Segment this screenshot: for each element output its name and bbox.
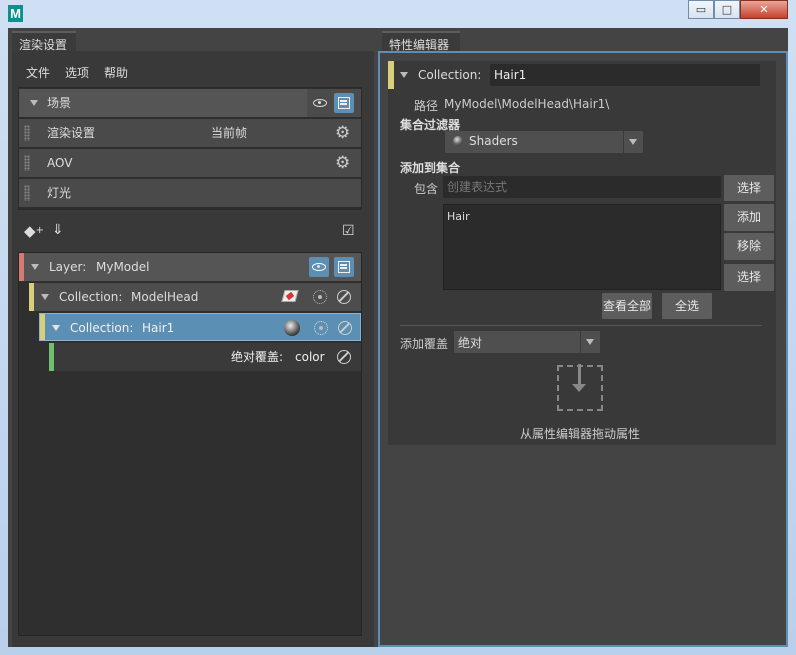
select-button[interactable]: 选择	[724, 175, 774, 201]
collection-row-hair1[interactable]: Collection: Hair1	[39, 313, 361, 341]
collection-prefix: Collection:	[70, 321, 134, 335]
aov-label: AOV	[47, 156, 73, 170]
tab-render-settings[interactable]: 渲染设置	[12, 31, 76, 52]
menu-options[interactable]: 选项	[65, 64, 89, 81]
lights-row[interactable]: 灯光	[19, 179, 361, 207]
collapse-arrow-icon[interactable]	[52, 325, 60, 331]
shader-sphere-icon	[453, 136, 463, 146]
chevron-down-icon[interactable]	[623, 131, 643, 153]
layer-prefix: Layer:	[49, 260, 87, 274]
collection-properties: Collection: Hair1 路径 MyModel\ModelHead\H…	[388, 61, 776, 445]
lights-label: 灯光	[47, 186, 72, 200]
aov-row[interactable]: AOV ⚙	[19, 149, 361, 177]
close-button[interactable]: ✕	[740, 0, 788, 19]
maximize-button[interactable]: □	[714, 0, 740, 19]
isolate-icon[interactable]	[314, 321, 328, 335]
create-layer-icon[interactable]: ◆+	[24, 223, 44, 239]
drop-target-icon[interactable]	[557, 364, 603, 411]
view-all-button[interactable]: 查看全部	[602, 293, 652, 319]
collection-filter-value: Shaders	[469, 134, 518, 148]
collection-prefix: Collection:	[59, 290, 123, 304]
render-settings-value: 当前帧	[211, 126, 248, 140]
render-settings-row[interactable]: 渲染设置 当前帧 ⚙	[19, 119, 361, 147]
scene-row[interactable]: 场景	[19, 89, 361, 117]
shader-sphere-icon	[284, 320, 300, 336]
collection-prefix: Collection:	[418, 68, 482, 82]
collapse-arrow-icon[interactable]	[400, 72, 408, 78]
menu-help[interactable]: 帮助	[104, 64, 128, 81]
drag-handle-icon[interactable]	[24, 155, 30, 171]
scene-label: 场景	[47, 96, 72, 110]
client-area: 渲染设置 文件 选项 帮助 场景 渲染设置 当前帧 ⚙ AOV ⚙ 灯光 ◆+ …	[8, 28, 788, 647]
remove-button[interactable]: 移除	[724, 233, 774, 260]
collection-color-bar	[388, 61, 394, 89]
material-icon	[281, 290, 299, 302]
collection-name: ModelHead	[131, 290, 199, 304]
render-setup-panel: 文件 选项 帮助 场景 渲染设置 当前帧 ⚙ AOV ⚙ 灯光 ◆+ ⇓ ☑ L…	[12, 51, 374, 647]
scene-toggles	[307, 89, 361, 117]
render-icon	[338, 97, 350, 109]
layer-tree: Layer: MyModel Collection: ModelHead Col…	[18, 252, 362, 636]
collection-filter-dropdown[interactable]: Shaders	[445, 131, 643, 153]
path-label: 路径	[414, 99, 439, 113]
override-label: 绝对覆盖:	[231, 350, 284, 364]
render-settings-label: 渲染设置	[47, 126, 96, 140]
gear-icon[interactable]: ⚙	[335, 125, 351, 142]
add-to-collection-label: 添加到集合	[400, 161, 461, 175]
drag-handle-icon[interactable]	[24, 125, 30, 141]
layer-renderable-toggle[interactable]	[334, 257, 354, 277]
gear-icon[interactable]: ⚙	[335, 155, 351, 172]
maya-logo: M	[8, 5, 23, 22]
collection-name: Hair1	[142, 321, 175, 335]
collection-row-modelhead[interactable]: Collection: ModelHead	[29, 283, 361, 311]
collapse-arrow-icon[interactable]	[30, 100, 38, 106]
render-icon	[338, 261, 350, 273]
list-item[interactable]: Hair	[447, 210, 470, 223]
checklist-icon[interactable]: ☑	[342, 223, 358, 239]
static-selection-list[interactable]: Hair	[443, 204, 721, 290]
tab-property-editor[interactable]: 特性编辑器	[382, 31, 460, 52]
disable-icon[interactable]	[337, 290, 351, 304]
override-row[interactable]: 绝对覆盖: color	[49, 343, 361, 371]
add-button[interactable]: 添加	[724, 204, 774, 231]
app-window: M ▭ □ ✕ 渲染设置 文件 选项 帮助 场景 渲染设置 当前帧 ⚙ AOV …	[0, 0, 796, 655]
layer-color-bar	[19, 253, 24, 281]
layer-row[interactable]: Layer: MyModel	[19, 253, 361, 281]
chevron-down-icon[interactable]	[580, 331, 600, 353]
scene-group: 场景 渲染设置 当前帧 ⚙ AOV ⚙ 灯光	[18, 87, 362, 210]
eye-icon	[312, 263, 326, 271]
add-override-label: 添加覆盖	[400, 337, 449, 351]
eye-icon	[313, 99, 327, 107]
disable-icon[interactable]	[337, 350, 351, 364]
select-button-2[interactable]: 选择	[724, 264, 774, 291]
override-color-bar	[49, 343, 54, 371]
layer-name: MyModel	[96, 260, 150, 274]
collection-color-bar	[29, 283, 34, 311]
collection-name-field[interactable]: Hair1	[490, 64, 760, 86]
collection-color-bar	[40, 314, 45, 340]
minimize-button[interactable]: ▭	[688, 0, 714, 19]
renderable-toggle[interactable]	[334, 93, 354, 113]
include-label: 包含	[414, 182, 439, 196]
override-type-value: 绝对	[458, 336, 483, 350]
collapse-arrow-icon[interactable]	[41, 294, 49, 300]
disable-icon[interactable]	[338, 321, 352, 335]
drag-handle-icon[interactable]	[24, 185, 30, 201]
override-type-dropdown[interactable]: 绝对	[454, 331, 600, 353]
isolate-icon[interactable]	[313, 290, 327, 304]
layer-visibility-toggle[interactable]	[309, 257, 329, 277]
select-all-button[interactable]: 全选	[662, 293, 712, 319]
import-icon[interactable]: ⇓	[52, 221, 70, 239]
menu-file[interactable]: 文件	[26, 64, 50, 81]
include-expression-field[interactable]: 创建表达式	[443, 176, 721, 198]
property-editor-panel: Collection: Hair1 路径 MyModel\ModelHead\H…	[378, 51, 788, 647]
collapse-arrow-icon[interactable]	[31, 264, 39, 270]
divider	[400, 325, 762, 326]
drop-hint-text: 从属性编辑器拖动属性	[520, 427, 641, 441]
visibility-toggle[interactable]	[310, 93, 330, 113]
title-bar: M ▭ □ ✕	[0, 0, 796, 28]
override-value: color	[295, 350, 325, 364]
path-value: MyModel\ModelHead\Hair1\	[444, 97, 610, 111]
